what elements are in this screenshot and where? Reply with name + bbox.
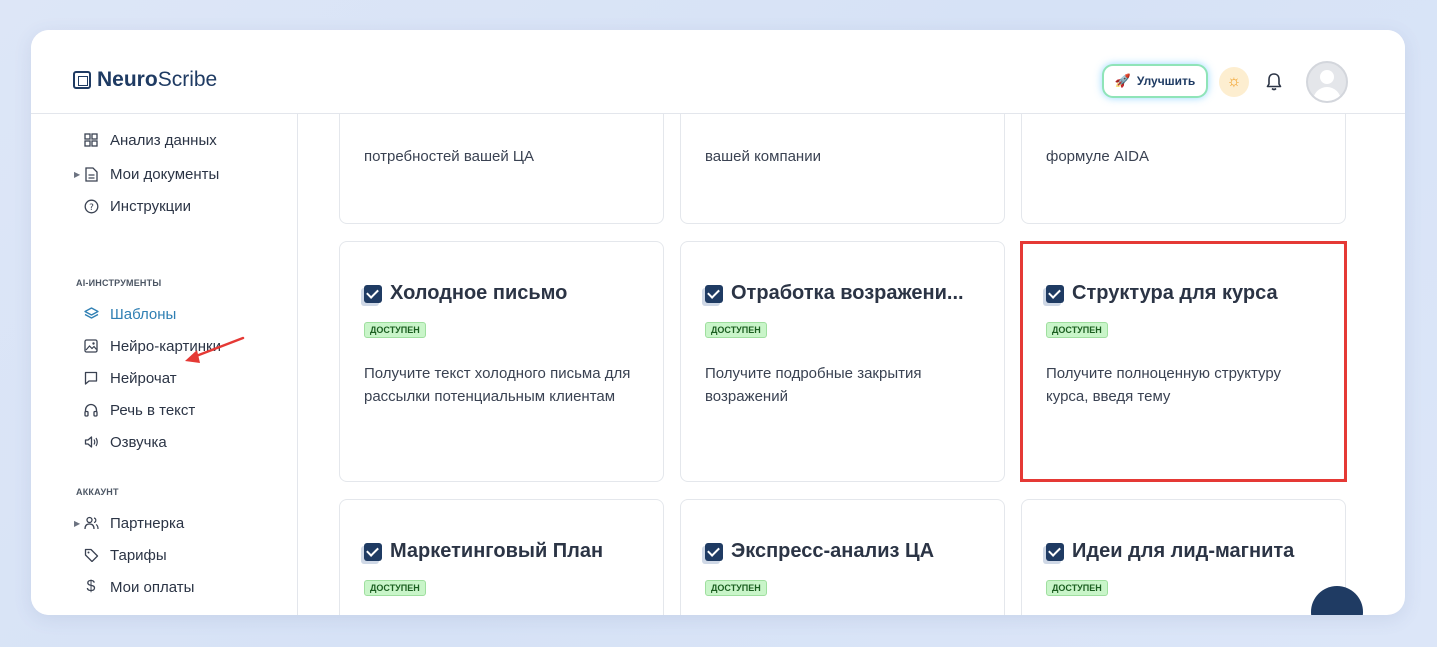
chat-icon: [82, 369, 100, 387]
sidebar-item-voiceover[interactable]: Озвучка: [62, 431, 167, 453]
document-icon: [82, 165, 100, 183]
sidebar-item-label: Партнерка: [110, 514, 185, 532]
theme-toggle-sun-icon[interactable]: ☼: [1219, 67, 1249, 97]
logo[interactable]: NeuroScribe: [73, 68, 217, 92]
status-badge: ДОСТУПЕН: [364, 580, 426, 596]
checkbox-icon: [705, 284, 723, 303]
sidebar-item-speech-to-text[interactable]: Речь в текст: [62, 399, 195, 421]
annotation-highlight-box: [1020, 241, 1347, 482]
sidebar-item-label: Анализ данных: [110, 131, 217, 149]
dollar-icon: $: [86, 578, 96, 595]
template-card-cold-letter[interactable]: Холодное письмо ДОСТУПЕН Получите текст …: [339, 241, 664, 482]
logo-text: NeuroScribe: [97, 68, 218, 91]
sidebar-item-my-documents[interactable]: ▶ Мои документы: [62, 163, 219, 185]
sidebar-item-instructions[interactable]: ? Инструкции: [62, 195, 191, 217]
template-card[interactable]: потребностей вашей ЦА: [339, 114, 664, 224]
sidebar-item-label: Мои документы: [110, 165, 220, 183]
sidebar-item-neurochat[interactable]: Нейрочат: [62, 367, 177, 389]
checkbox-icon: [1046, 542, 1064, 561]
users-icon: [82, 514, 100, 532]
layers-icon: [82, 305, 100, 323]
caret-right-icon[interactable]: ▶: [74, 170, 80, 179]
image-icon: [82, 337, 100, 355]
sidebar-item-label: Мои оплаты: [110, 578, 195, 596]
sidebar-item-label: Тарифы: [110, 546, 167, 564]
card-description: вашей компании: [705, 148, 821, 165]
checkbox-icon: [364, 542, 382, 561]
template-card-marketing-plan[interactable]: Маркетинговый План ДОСТУПЕН: [339, 499, 664, 615]
sidebar-item-label: Инструкции: [110, 197, 192, 215]
card-title: Маркетинговый План: [364, 540, 603, 563]
checkbox-icon: [705, 542, 723, 561]
sidebar-item-tariffs[interactable]: Тарифы: [62, 544, 167, 566]
card-title: Идеи для лид-магнита: [1046, 540, 1294, 563]
sidebar-item-label: Шаблоны: [110, 305, 177, 323]
sidebar: Анализ данных ▶ Мои документы ? Инструкц…: [31, 114, 298, 615]
svg-text:?: ?: [89, 203, 94, 213]
status-badge: ДОСТУПЕН: [364, 322, 426, 338]
section-label-ai-tools: AI-ИНСТРУМЕНТЫ: [76, 278, 162, 288]
templates-grid: потребностей вашей ЦА вашей компании фор…: [299, 114, 1380, 615]
card-title: Холодное письмо: [364, 282, 567, 305]
status-badge: ДОСТУПЕН: [705, 322, 767, 338]
sidebar-item-label: Речь в текст: [110, 401, 196, 419]
card-title: Экспресс-анализ ЦА: [705, 540, 934, 563]
section-label-account: АККАУНТ: [76, 487, 119, 497]
caret-right-icon[interactable]: ▶: [74, 519, 80, 528]
sidebar-item-data-analysis[interactable]: Анализ данных: [62, 129, 217, 151]
sidebar-item-partner[interactable]: ▶ Партнерка: [62, 512, 184, 534]
rocket-icon: 🚀: [1114, 73, 1131, 88]
card-description: формуле AIDA: [1046, 148, 1149, 165]
template-card-objection-handling[interactable]: Отработка возражени... ДОСТУПЕН Получите…: [680, 241, 1005, 482]
logo-icon: [73, 71, 91, 89]
template-card[interactable]: вашей компании: [680, 114, 1005, 224]
top-bar: NeuroScribe 🚀 Улучшить ☼: [31, 30, 1405, 114]
upgrade-button[interactable]: 🚀 Улучшить: [1104, 66, 1206, 96]
template-card-lead-magnet-ideas[interactable]: Идеи для лид-магнита ДОСТУПЕН: [1021, 499, 1346, 615]
template-card-express-analysis[interactable]: Экспресс-анализ ЦА ДОСТУПЕН: [680, 499, 1005, 615]
app-window: NeuroScribe 🚀 Улучшить ☼ Анализ данных ▶…: [31, 30, 1405, 615]
help-circle-icon: ?: [82, 197, 100, 215]
card-description: потребностей вашей ЦА: [364, 148, 534, 165]
template-card[interactable]: формуле AIDA: [1021, 114, 1346, 224]
speaker-icon: [82, 433, 100, 451]
avatar[interactable]: [1306, 61, 1348, 103]
card-title: Отработка возражени...: [705, 282, 964, 305]
tag-icon: [82, 546, 100, 564]
checkbox-icon: [364, 284, 382, 303]
sidebar-item-templates[interactable]: Шаблоны: [62, 303, 176, 325]
card-description: Получите подробные закрытия возражений: [705, 365, 922, 405]
annotation-arrow-icon: [185, 336, 245, 363]
upgrade-label: Улучшить: [1136, 74, 1196, 88]
bell-icon[interactable]: [1263, 70, 1285, 94]
grid-icon: [82, 131, 100, 149]
sidebar-item-label: Озвучка: [110, 433, 167, 451]
headphones-icon: [82, 401, 100, 419]
sidebar-item-label: Нейрочат: [110, 369, 177, 387]
status-badge: ДОСТУПЕН: [705, 580, 767, 596]
status-badge: ДОСТУПЕН: [1046, 580, 1108, 596]
card-description: Получите текст холодного письма для расс…: [364, 365, 631, 405]
sidebar-item-my-payments[interactable]: $ Мои оплаты: [62, 576, 195, 598]
